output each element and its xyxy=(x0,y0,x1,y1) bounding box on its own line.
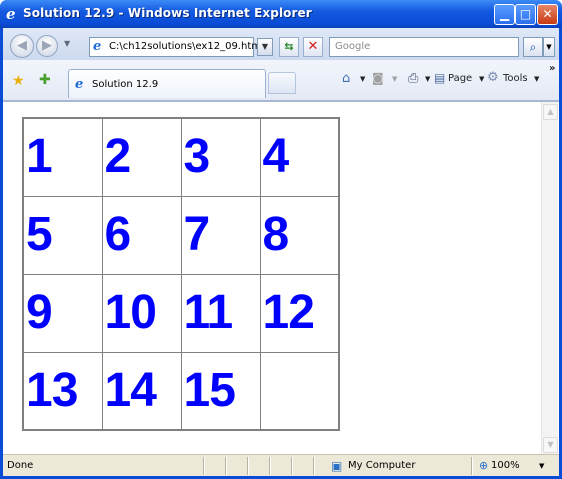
maximize-button[interactable]: □ xyxy=(515,4,536,25)
status-bar: Done ▣ My Computer ⊕ 100% ▼ xyxy=(3,454,559,476)
tile-number: 1 xyxy=(26,130,53,184)
status-divider xyxy=(269,457,271,475)
puzzle-tile[interactable]: 7 xyxy=(180,195,261,275)
tile-number: 14 xyxy=(104,363,157,417)
address-row: ◀ ▶ ▼ e C:\ch12solutions\ex12_09.html ▼ … xyxy=(3,28,559,60)
add-favorites-icon[interactable]: ✚ xyxy=(39,72,51,88)
printer-icon[interactable]: ⎙ xyxy=(408,71,418,86)
refresh-button[interactable]: ⇆ xyxy=(279,37,299,57)
status-divider xyxy=(203,457,205,475)
feeds-dropdown[interactable]: ▼ xyxy=(392,75,397,83)
home-dropdown[interactable]: ▼ xyxy=(360,75,365,83)
close-button[interactable]: ✕ xyxy=(537,4,558,25)
tile-number: 8 xyxy=(262,208,290,261)
search-box[interactable]: Google xyxy=(329,37,519,57)
computer-icon: ▣ xyxy=(331,459,343,473)
tab-row: ★ ✚ e Solution 12.9 ⌂ ▼ ◙ ▼ ⎙ ▼ ▤ Page ▼… xyxy=(3,60,559,101)
star-icon[interactable]: ★ xyxy=(12,73,25,89)
puzzle-row: 1234 xyxy=(22,117,340,197)
status-divider xyxy=(313,457,315,475)
zoom-level[interactable]: 100% xyxy=(491,460,520,471)
puzzle-tile[interactable]: 3 xyxy=(180,117,261,197)
vertical-scrollbar[interactable]: ▲ ▼ xyxy=(541,102,558,455)
tile-number: 7 xyxy=(183,208,211,261)
title-bar: e Solution 12.9 - Windows Internet Explo… xyxy=(0,0,562,28)
puzzle-tile[interactable]: 2 xyxy=(101,117,182,197)
ie-tab-icon: e xyxy=(75,77,84,92)
page-menu[interactable]: Page xyxy=(448,73,472,84)
address-input[interactable]: C:\ch12solutions\ex12_09.html xyxy=(109,41,264,52)
puzzle-tile[interactable]: 11 xyxy=(180,273,261,353)
new-tab-button[interactable] xyxy=(268,72,296,94)
puzzle-empty-cell[interactable] xyxy=(259,351,340,431)
page-content: 1 2 3 4 5 6 7 8 9 10 11 12 13 14 15 ▲ ▼ xyxy=(3,101,559,455)
puzzle-tile[interactable]: 5 xyxy=(22,195,103,275)
status-text: Done xyxy=(7,460,34,471)
puzzle-tile[interactable]: 13 xyxy=(22,351,103,431)
puzzle-tile[interactable]: 14 xyxy=(101,351,182,431)
security-zone[interactable]: My Computer xyxy=(348,460,415,471)
window-title: Solution 12.9 - Windows Internet Explore… xyxy=(23,6,312,20)
puzzle-tile[interactable]: 8 xyxy=(259,195,340,275)
search-button[interactable]: ⌕ xyxy=(523,37,543,57)
recent-pages-dropdown[interactable]: ▼ xyxy=(64,39,70,48)
search-input[interactable]: Google xyxy=(335,41,370,52)
more-commands-chevron[interactable]: » xyxy=(549,63,555,74)
minimize-button[interactable]: ▁ xyxy=(494,4,515,25)
search-options-dropdown[interactable]: ▼ xyxy=(543,37,555,57)
tile-number: 2 xyxy=(104,130,132,184)
zoom-dropdown[interactable]: ▼ xyxy=(539,462,544,470)
puzzle-tile[interactable]: 4 xyxy=(259,117,340,197)
page-dropdown[interactable]: ▼ xyxy=(479,75,484,83)
browser-window: e Solution 12.9 - Windows Internet Explo… xyxy=(0,0,562,479)
print-dropdown[interactable]: ▼ xyxy=(425,75,430,83)
puzzle-row: 5678 xyxy=(22,195,340,275)
ie-page-icon: e xyxy=(93,39,102,54)
tile-number: 11 xyxy=(183,286,234,339)
tile-number: 4 xyxy=(262,130,290,184)
ie-icon: e xyxy=(6,5,16,23)
scroll-up-button[interactable]: ▲ xyxy=(543,104,558,120)
tile-number: 15 xyxy=(183,363,236,417)
tile-number: 13 xyxy=(26,363,78,417)
browser-chrome: ◀ ▶ ▼ e C:\ch12solutions\ex12_09.html ▼ … xyxy=(3,28,559,101)
puzzle-row: 9 10 11 12 xyxy=(22,273,340,353)
puzzle-tile[interactable]: 15 xyxy=(180,351,261,431)
tab-label: Solution 12.9 xyxy=(92,79,159,90)
back-button[interactable]: ◀ xyxy=(10,34,34,58)
status-divider xyxy=(291,457,293,475)
tile-number: 10 xyxy=(104,286,157,339)
gear-icon: ⚙ xyxy=(487,70,499,85)
puzzle-grid: 1 2 3 4 5 6 7 8 9 10 11 12 13 14 15 xyxy=(22,117,340,431)
feeds-icon[interactable]: ◙ xyxy=(372,71,384,85)
status-divider xyxy=(225,457,227,475)
puzzle-tile[interactable]: 6 xyxy=(101,195,182,275)
puzzle-tile[interactable]: 12 xyxy=(259,273,340,353)
page-icon: ▤ xyxy=(434,71,446,85)
puzzle-tile[interactable]: 1 xyxy=(22,117,103,197)
home-icon[interactable]: ⌂ xyxy=(342,71,350,86)
tab-solution[interactable]: e Solution 12.9 xyxy=(68,69,266,98)
address-bar[interactable]: e C:\ch12solutions\ex12_09.html xyxy=(89,37,264,57)
scroll-down-button[interactable]: ▼ xyxy=(543,437,558,453)
status-divider xyxy=(471,457,473,475)
forward-button[interactable]: ▶ xyxy=(36,35,58,57)
tools-menu[interactable]: Tools xyxy=(503,73,528,84)
tile-number: 9 xyxy=(26,286,53,339)
stop-button[interactable]: ✕ xyxy=(303,37,323,57)
tile-number: 6 xyxy=(104,208,132,261)
puzzle-row: 13 14 15 xyxy=(22,351,340,431)
tile-number: 3 xyxy=(183,130,211,184)
puzzle-tile[interactable]: 9 xyxy=(22,273,103,353)
tile-number: 5 xyxy=(26,208,53,261)
status-divider xyxy=(247,457,249,475)
puzzle-tile[interactable]: 10 xyxy=(101,273,182,353)
zoom-icon: ⊕ xyxy=(479,459,489,472)
address-dropdown-button[interactable]: ▼ xyxy=(257,38,273,56)
tools-dropdown[interactable]: ▼ xyxy=(534,75,539,83)
tile-number: 12 xyxy=(262,286,315,339)
